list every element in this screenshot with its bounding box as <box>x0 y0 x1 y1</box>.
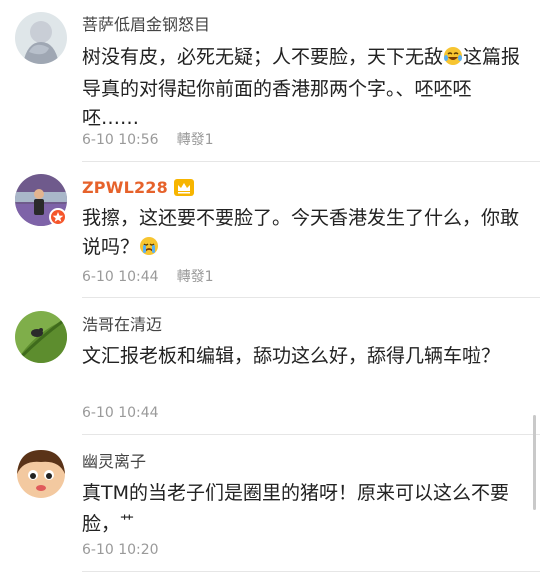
divider <box>82 297 540 298</box>
username[interactable]: 幽灵离子 <box>82 452 146 472</box>
comment-time: 6-10 10:56 <box>82 132 159 148</box>
comment-text: 我擦，这还要不要脸了。今天香港发生了什么，你敢说吗？ <box>82 204 522 265</box>
comment-text: 真TM的当老子们是圈里的猪呀！原来可以这么不要脸，艹 <box>82 482 510 535</box>
divider <box>82 434 540 435</box>
comment-meta: 6-10 10:56 轉發1 <box>82 131 214 149</box>
username[interactable]: 浩哥在清迈 <box>82 315 162 335</box>
divider <box>82 571 540 572</box>
laughing-tears-emoji-icon <box>443 46 463 75</box>
comment-time: 6-10 10:20 <box>82 542 159 558</box>
comment-meta: 6-10 10:44 轉發1 <box>82 268 214 286</box>
comment-text-suffix: 艹 <box>120 514 135 530</box>
comment-text: 树没有皮，必死无疑；人不要脸，天下无敌 这篇报导真的对得起你前面的香港那两个字。、… <box>82 46 521 129</box>
username[interactable]: 菩萨低眉金钢怒目 <box>82 15 210 35</box>
scrollbar[interactable] <box>533 415 536 510</box>
comment-meta: 6-10 10:44 <box>82 404 159 422</box>
crown-icon <box>173 179 194 201</box>
crying-face-emoji-icon <box>139 236 159 265</box>
comment-text: 文汇报老板和编辑，舔功这么好，舔得几辆车啦？ <box>82 345 501 367</box>
avatar[interactable] <box>15 448 67 500</box>
username[interactable]: ZPWL228 <box>82 178 194 201</box>
repost-link[interactable]: 轉發1 <box>177 132 214 148</box>
comment-time: 6-10 10:44 <box>82 405 159 421</box>
comment-time: 6-10 10:44 <box>82 269 159 285</box>
avatar[interactable] <box>15 311 67 363</box>
comment-meta: 6-10 10:20 <box>82 541 159 559</box>
avatar[interactable] <box>15 12 67 64</box>
divider <box>82 161 540 162</box>
star-badge-icon <box>49 208 67 226</box>
repost-link[interactable]: 轉發1 <box>177 269 214 285</box>
